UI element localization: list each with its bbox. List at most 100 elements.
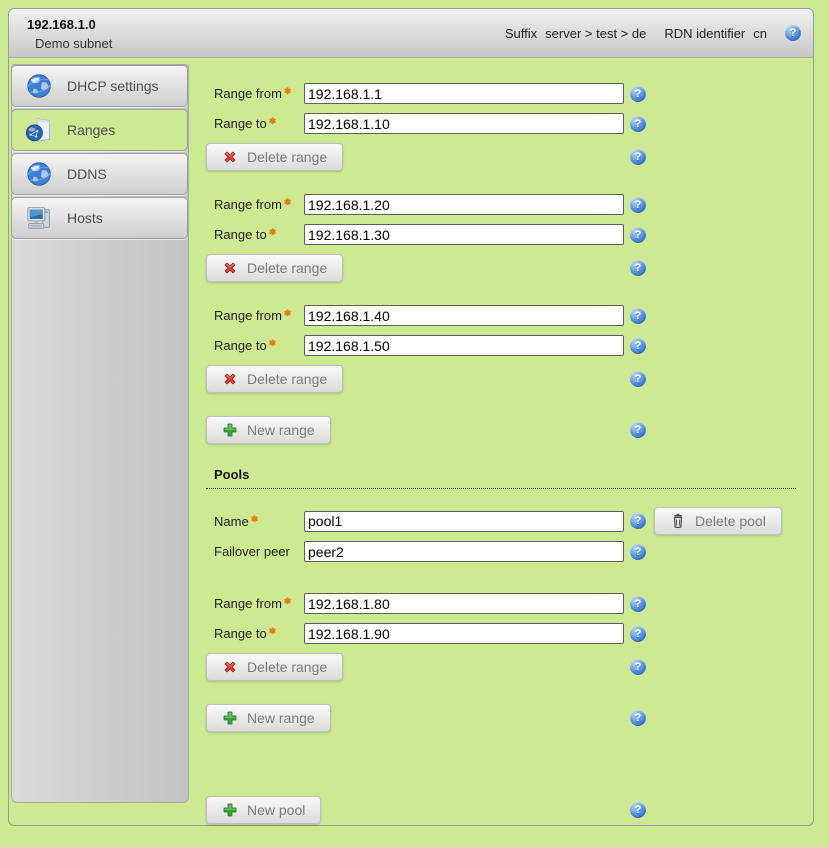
range-from-input[interactable]: [304, 194, 624, 215]
rdn-identifier-label: RDN identifier: [664, 26, 745, 41]
range-from-label: Range from✱: [206, 596, 304, 611]
red-x-icon: [222, 659, 238, 675]
range-from-input[interactable]: [304, 305, 624, 326]
red-x-icon: [222, 260, 238, 276]
new-range-button[interactable]: New range: [206, 416, 331, 444]
required-marker: ✱: [284, 86, 292, 96]
range-to-input[interactable]: [304, 113, 624, 134]
tab-dhcp-settings[interactable]: DHCP settings: [11, 65, 188, 107]
green-plus-icon: [222, 710, 238, 726]
help-icon[interactable]: ?: [785, 25, 801, 41]
new-range-row: New range ?: [206, 704, 804, 732]
range-to-label: Range to✱: [206, 116, 304, 131]
range-from-input[interactable]: [304, 83, 624, 104]
pool-name-label: Name✱: [206, 514, 304, 529]
header-bar: 192.168.1.0 Demo subnet Suffix server > …: [9, 9, 813, 58]
delete-range-row: Delete range ?: [206, 143, 804, 171]
required-marker: ✱: [284, 596, 292, 606]
help-icon[interactable]: ?: [630, 116, 646, 132]
pool-name-row: Name✱ ? Delete pool: [206, 507, 804, 535]
help-icon[interactable]: ?: [630, 86, 646, 102]
tab-ddns[interactable]: DDNS: [11, 153, 188, 195]
delete-range-row: Delete range ?: [206, 365, 804, 393]
range-from-label: Range from✱: [206, 308, 304, 323]
help-icon[interactable]: ?: [630, 371, 646, 387]
globe-folder-icon: [25, 115, 55, 145]
range-to-input[interactable]: [304, 623, 624, 644]
delete-range-button[interactable]: Delete range: [206, 365, 343, 393]
new-pool-button[interactable]: New pool: [206, 796, 321, 824]
trash-icon: [670, 513, 686, 529]
range-from-label: Range from✱: [206, 86, 304, 101]
subnet-subtitle: Demo subnet: [35, 36, 112, 51]
help-icon[interactable]: ?: [630, 659, 646, 675]
required-marker: ✱: [269, 626, 277, 636]
pools-section-title: Pools: [206, 467, 796, 489]
red-x-icon: [222, 371, 238, 387]
help-icon[interactable]: ?: [630, 260, 646, 276]
pool-name-input[interactable]: [304, 511, 624, 532]
help-icon[interactable]: ?: [630, 227, 646, 243]
required-marker: ✱: [269, 116, 277, 126]
range-to-row: Range to✱ ?: [206, 623, 804, 644]
required-marker: ✱: [284, 308, 292, 318]
failover-peer-label: Failover peer: [206, 544, 304, 559]
red-x-icon: [222, 149, 238, 165]
help-icon[interactable]: ?: [630, 513, 646, 529]
subnet-detail-panel: 192.168.1.0 Demo subnet Suffix server > …: [8, 8, 814, 826]
delete-range-button[interactable]: Delete range: [206, 143, 343, 171]
range-to-label: Range to✱: [206, 338, 304, 353]
required-marker: ✱: [269, 227, 277, 237]
help-icon[interactable]: ?: [630, 802, 646, 818]
green-plus-icon: [222, 802, 238, 818]
new-pool-row: New pool ?: [206, 796, 804, 824]
globe-icon: [25, 159, 55, 189]
delete-range-button[interactable]: Delete range: [206, 254, 343, 282]
help-icon[interactable]: ?: [630, 544, 646, 560]
subnet-title: 192.168.1.0: [27, 17, 96, 32]
range-from-row: Range from✱ ?: [206, 83, 804, 104]
tab-label: Ranges: [67, 122, 115, 138]
range-to-input[interactable]: [304, 224, 624, 245]
range-from-row: Range from✱ ?: [206, 305, 804, 326]
delete-pool-button[interactable]: Delete pool: [654, 507, 782, 535]
help-icon[interactable]: ?: [630, 149, 646, 165]
range-to-label: Range to✱: [206, 227, 304, 242]
help-icon[interactable]: ?: [630, 308, 646, 324]
required-marker: ✱: [269, 338, 277, 348]
suffix-label: Suffix: [505, 26, 537, 41]
rdn-identifier-value: cn: [753, 26, 767, 41]
tab-label: DDNS: [67, 166, 107, 182]
help-icon[interactable]: ?: [630, 422, 646, 438]
help-icon[interactable]: ?: [630, 626, 646, 642]
help-icon[interactable]: ?: [630, 710, 646, 726]
tab-label: Hosts: [67, 210, 103, 226]
range-to-row: Range to✱ ?: [206, 113, 804, 134]
tab-label: DHCP settings: [67, 78, 159, 94]
new-range-row: New range ?: [206, 416, 804, 444]
range-to-row: Range to✱ ?: [206, 224, 804, 245]
computer-icon: [25, 203, 55, 233]
globe-icon: [25, 71, 55, 101]
range-to-input[interactable]: [304, 335, 624, 356]
help-icon[interactable]: ?: [630, 197, 646, 213]
help-icon[interactable]: ?: [630, 596, 646, 612]
sidebar-tabs: DHCP settings Ranges DDNS Hosts: [11, 65, 188, 241]
tab-hosts[interactable]: Hosts: [11, 197, 188, 239]
delete-range-row: Delete range ?: [206, 653, 804, 681]
range-from-row: Range from✱ ?: [206, 593, 804, 614]
new-range-button[interactable]: New range: [206, 704, 331, 732]
delete-range-button[interactable]: Delete range: [206, 653, 343, 681]
range-from-row: Range from✱ ?: [206, 194, 804, 215]
required-marker: ✱: [284, 197, 292, 207]
failover-peer-input[interactable]: [304, 541, 624, 562]
range-from-input[interactable]: [304, 593, 624, 614]
range-to-row: Range to✱ ?: [206, 335, 804, 356]
header-meta: Suffix server > test > de RDN identifier…: [505, 9, 801, 57]
range-to-label: Range to✱: [206, 626, 304, 641]
delete-range-row: Delete range ?: [206, 254, 804, 282]
tab-ranges[interactable]: Ranges: [11, 109, 188, 151]
suffix-value: server > test > de: [545, 26, 646, 41]
help-icon[interactable]: ?: [630, 338, 646, 354]
green-plus-icon: [222, 422, 238, 438]
